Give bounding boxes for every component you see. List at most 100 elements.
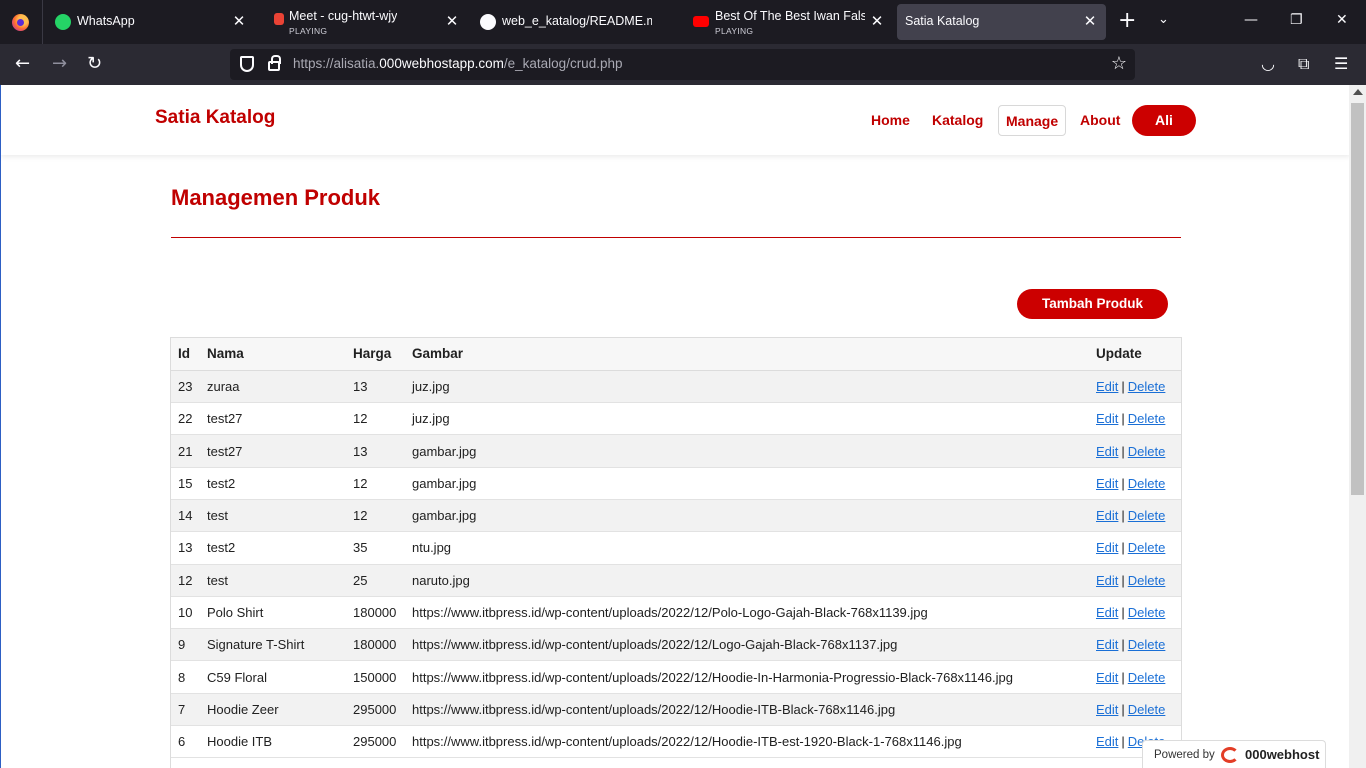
close-tab-icon[interactable]: ✕: [442, 12, 462, 30]
site-brand[interactable]: Satia Katalog: [155, 107, 275, 129]
cell-update: Edit|Delete: [1089, 403, 1181, 435]
scroll-up-arrow-icon[interactable]: [1353, 89, 1363, 95]
cell-id: 22: [178, 411, 193, 427]
cell-update: Edit|Delete: [1089, 467, 1181, 499]
address-bar[interactable]: https://alisatia.000webhostapp.com/e_kat…: [230, 49, 1135, 80]
menu-icon[interactable]: ☰: [1334, 54, 1348, 73]
cell-update: Edit|Delete: [1089, 629, 1181, 661]
scrollbar-thumb[interactable]: [1351, 103, 1364, 495]
whatsapp-icon: [55, 14, 71, 30]
close-tab-icon[interactable]: ✕: [867, 12, 887, 30]
pocket-icon[interactable]: ◡: [1261, 54, 1275, 73]
link-separator: |: [1121, 637, 1125, 653]
edit-link[interactable]: Edit: [1096, 605, 1118, 620]
close-tab-icon[interactable]: ✕: [229, 12, 249, 30]
youtube-icon: [693, 16, 709, 27]
extensions-icon[interactable]: ⧉: [1298, 54, 1309, 74]
cell-update: Edit|Delete: [1089, 661, 1181, 693]
delete-link[interactable]: Delete: [1128, 476, 1166, 491]
cell-harga: 13: [353, 378, 368, 394]
table-row: 13 test2 35 ntu.jpg Edit | Delete: [171, 531, 1181, 565]
delete-link[interactable]: Delete: [1128, 508, 1166, 523]
cell-harga: 295000: [353, 701, 397, 717]
firefox-icon[interactable]: [12, 14, 29, 31]
cell-id: 12: [178, 572, 193, 588]
edit-link[interactable]: Edit: [1096, 476, 1118, 491]
edit-link[interactable]: Edit: [1096, 379, 1118, 394]
delete-link[interactable]: Delete: [1128, 670, 1166, 685]
tab-playing-label: PLAYING: [715, 26, 754, 36]
tab-youtube[interactable]: Best Of The Best Iwan Fals ~ PLAYING ✕: [693, 4, 893, 40]
tab-title: Best Of The Best Iwan Fals ~: [715, 9, 865, 23]
cell-update: Edit|Delete: [1089, 499, 1181, 531]
table-row: 12 test 25 naruto.jpg Edit | Delete: [171, 564, 1181, 597]
list-all-tabs-icon[interactable]: ⌄: [1158, 12, 1169, 27]
reload-icon[interactable]: ↻: [87, 54, 102, 74]
user-button[interactable]: Ali: [1132, 105, 1196, 136]
nav-about[interactable]: About: [1080, 105, 1120, 136]
cell-nama: test27: [207, 411, 243, 427]
new-tab-icon[interactable]: +: [1118, 10, 1136, 32]
table-row: 23 zuraa 13 juz.jpg Edit | Delete: [171, 370, 1181, 403]
delete-link[interactable]: Delete: [1128, 379, 1166, 394]
cell-gambar: https://www.itbpress.id/wp-content/uploa…: [412, 669, 1013, 685]
link-separator: |: [1121, 701, 1125, 717]
link-separator: |: [1121, 475, 1125, 491]
github-icon: [480, 14, 496, 30]
cell-harga: 150000: [353, 669, 397, 685]
edit-link[interactable]: Edit: [1096, 411, 1118, 426]
nav-katalog[interactable]: Katalog: [932, 105, 983, 136]
delete-link[interactable]: Delete: [1128, 605, 1166, 620]
delete-link[interactable]: Delete: [1128, 540, 1166, 555]
restore-icon[interactable]: ❐: [1290, 12, 1303, 28]
powered-by-badge[interactable]: Powered by 000webhost: [1142, 740, 1326, 768]
tab-separator: [42, 0, 43, 44]
cell-nama: Hoodie Zeer: [207, 701, 279, 717]
cell-id: 8: [178, 669, 186, 685]
product-table: Id Nama Harga Gambar Update 23 zuraa 13 juz…: [171, 338, 1181, 758]
cell-harga: 13: [353, 443, 368, 459]
lock-icon[interactable]: [268, 55, 281, 71]
cell-harga: 25: [353, 572, 368, 588]
add-product-button[interactable]: Tambah Produk: [1017, 289, 1168, 319]
tab-whatsapp[interactable]: WhatsApp ✕: [55, 4, 255, 40]
nav-home[interactable]: Home: [871, 105, 910, 136]
tab-satia-katalog[interactable]: Satia Katalog ✕: [897, 4, 1106, 40]
close-tab-icon[interactable]: ✕: [1080, 12, 1100, 30]
page-title: Managemen Produk: [171, 185, 381, 210]
back-icon[interactable]: ←: [15, 54, 30, 74]
tab-github[interactable]: web_e_katalog/README.md: [480, 4, 680, 40]
cell-nama: test2: [207, 540, 236, 556]
edit-link[interactable]: Edit: [1096, 734, 1118, 749]
delete-link[interactable]: Delete: [1128, 411, 1166, 426]
col-header-harga: Harga: [346, 338, 405, 371]
cell-id: 14: [178, 508, 193, 524]
delete-link[interactable]: Delete: [1128, 702, 1166, 717]
col-header-update: Update: [1089, 338, 1181, 371]
microphone-icon: [274, 13, 284, 25]
cell-harga: 180000: [353, 637, 397, 653]
edit-link[interactable]: Edit: [1096, 444, 1118, 459]
delete-link[interactable]: Delete: [1128, 637, 1166, 652]
url-text[interactable]: https://alisatia.000webhostapp.com/e_kat…: [293, 56, 622, 71]
link-separator: |: [1121, 540, 1125, 556]
page-scrollbar[interactable]: [1349, 85, 1366, 768]
edit-link[interactable]: Edit: [1096, 670, 1118, 685]
edit-link[interactable]: Edit: [1096, 637, 1118, 652]
window-close-icon[interactable]: ✕: [1336, 12, 1348, 28]
tab-meet[interactable]: Meet - cug-htwt-wjy PLAYING ✕: [271, 4, 471, 40]
nav-manage[interactable]: Manage: [998, 105, 1067, 136]
shield-icon[interactable]: [240, 56, 254, 72]
edit-link[interactable]: Edit: [1096, 702, 1118, 717]
edit-link[interactable]: Edit: [1096, 573, 1118, 588]
minimize-icon[interactable]: —: [1244, 12, 1258, 28]
edit-link[interactable]: Edit: [1096, 540, 1118, 555]
bookmark-star-icon[interactable]: ☆: [1111, 53, 1127, 74]
delete-link[interactable]: Delete: [1128, 573, 1166, 588]
col-header-id: Id: [171, 338, 200, 371]
delete-link[interactable]: Delete: [1128, 444, 1166, 459]
edit-link[interactable]: Edit: [1096, 508, 1118, 523]
forward-icon[interactable]: →: [52, 54, 67, 74]
tab-title: WhatsApp: [77, 14, 135, 28]
cell-id: 21: [178, 443, 193, 459]
